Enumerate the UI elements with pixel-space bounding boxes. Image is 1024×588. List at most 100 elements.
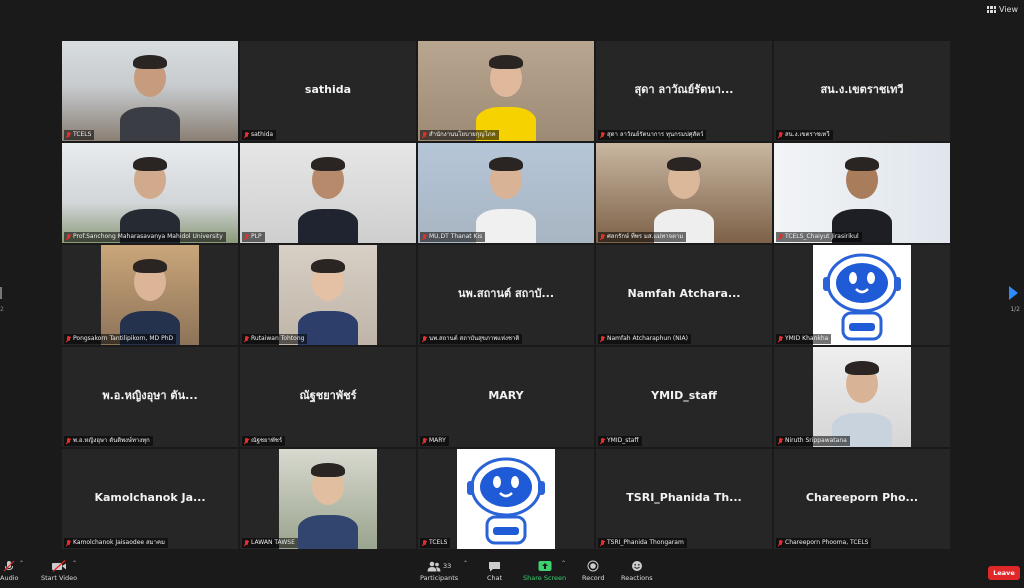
chat-label: Chat bbox=[487, 574, 503, 582]
participant-tile[interactable]: Namfah Atchara... Namfah Atcharaphun (NIA… bbox=[596, 245, 772, 345]
record-icon bbox=[587, 560, 599, 572]
participant-tile[interactable]: LAWAN TAWSE bbox=[240, 449, 416, 549]
participant-video-11 bbox=[279, 245, 377, 345]
muted-mic-icon bbox=[778, 131, 783, 139]
participants-options-chevron-icon[interactable]: ⌃ bbox=[463, 560, 468, 567]
participant-tile[interactable]: Rutaiwan Tohtong bbox=[240, 245, 416, 345]
muted-mic-icon bbox=[422, 233, 427, 241]
leave-button[interactable]: Leave bbox=[988, 566, 1020, 580]
participant-tile[interactable]: MARY MARY bbox=[418, 347, 594, 447]
participant-name: Namfah Atcharaphun (NIA) bbox=[607, 335, 688, 342]
participant-tile[interactable]: สุดา ลาวัณย์รัตนา... สุดา ลาวัณย์รัตนาการ… bbox=[596, 41, 772, 141]
chat-bubble-icon bbox=[489, 561, 501, 571]
participant-name-label: ศลกรักษ์ ที่พร มส.แม่ทาจตาม bbox=[598, 232, 687, 242]
participant-name-label: พ.อ.หญิงอุษา ตันติพงษ์ทางทุก bbox=[64, 436, 153, 446]
next-page-arrow-icon[interactable] bbox=[1009, 286, 1018, 300]
participant-name: สำนักงานนโยบายกุญโภค bbox=[429, 131, 496, 138]
participant-tile[interactable]: Kamolchanok Ja... Kamolchanok Jaisaodee ส… bbox=[62, 449, 238, 549]
participant-name: Kamolchanok Jaisaodee สมาคม bbox=[73, 539, 165, 546]
participant-tile[interactable]: สน.ง.เขตราชเทวี สน.ง.เขตราชเทวี bbox=[774, 41, 950, 141]
participant-tile[interactable]: TCELS bbox=[62, 41, 238, 141]
participant-tile[interactable]: Niruth Srippawatana bbox=[774, 347, 950, 447]
previous-page-arrow-icon[interactable] bbox=[0, 287, 2, 299]
muted-mic-icon bbox=[66, 131, 71, 139]
tcels-robot-avatar-icon bbox=[813, 245, 911, 345]
participant-video-2 bbox=[418, 41, 594, 141]
zoom-meeting-window: View 2 TCELS sathida sathida สำนักงานนโยบาย… bbox=[0, 0, 1024, 588]
participant-name-label: Chareeporn Phooma, TCELS bbox=[776, 538, 872, 548]
record-button[interactable]: Record bbox=[582, 560, 604, 582]
participant-name: สน.ง.เขตราชเทวี bbox=[785, 131, 830, 138]
participant-display-name: พ.อ.หญิงอุษา ตัน... bbox=[102, 389, 198, 403]
participant-name: sathida bbox=[251, 131, 274, 138]
share-screen-icon bbox=[538, 561, 552, 571]
participant-name-label: sathida bbox=[242, 130, 277, 140]
audio-button[interactable]: Audio bbox=[0, 560, 18, 582]
audio-label: Audio bbox=[0, 574, 19, 582]
chat-button[interactable]: Chat bbox=[487, 560, 502, 582]
participant-tile[interactable]: YMID_staff YMID_staff bbox=[596, 347, 772, 447]
participant-tile[interactable]: พ.อ.หญิงอุษา ตัน... พ.อ.หญิงอุษา ตันติพงษ… bbox=[62, 347, 238, 447]
participant-name: TCELS_Chaiyut Jirasirikul bbox=[785, 233, 859, 240]
participant-tile[interactable]: TCELS bbox=[418, 449, 594, 549]
record-label: Record bbox=[582, 574, 605, 582]
participant-avatar-22 bbox=[457, 449, 555, 549]
participant-display-name: TSRI_Phanida Th... bbox=[626, 491, 742, 505]
participant-name-label: MARY bbox=[420, 436, 449, 446]
participant-name-label: YMID_staff bbox=[598, 436, 642, 446]
reactions-button[interactable]: Reactions bbox=[621, 560, 653, 582]
participant-name-label: Kamolchanok Jaisaodee สมาคม bbox=[64, 538, 168, 548]
participant-video-7 bbox=[418, 143, 594, 243]
participant-video-19 bbox=[813, 347, 911, 447]
person-hair bbox=[489, 157, 523, 171]
muted-mic-icon bbox=[66, 437, 71, 445]
participant-tile[interactable]: Prof.Sanchong Maharasavanya Mahidol Univ… bbox=[62, 143, 238, 243]
share-options-chevron-icon[interactable]: ⌃ bbox=[561, 560, 566, 567]
participant-name: ณัฐชยาพัชร์ bbox=[251, 437, 283, 444]
participant-name: MARY bbox=[429, 437, 446, 444]
participants-label: Participants bbox=[420, 574, 459, 582]
participant-tile[interactable]: YMID Khankha bbox=[774, 245, 950, 345]
participant-name: TSRI_Phanida Thongaram bbox=[607, 539, 684, 546]
muted-mic-icon bbox=[600, 335, 605, 343]
participant-tile[interactable]: MU.DT Thanat Kis bbox=[418, 143, 594, 243]
participant-display-name: sathida bbox=[304, 83, 352, 97]
participant-tile[interactable]: นพ.สถานต์ สถาบั... นพ.สถานต์ สถาบันสุขภาพ… bbox=[418, 245, 594, 345]
person-body bbox=[120, 107, 180, 141]
participant-name: PLP bbox=[251, 233, 262, 240]
person-hair bbox=[489, 55, 523, 69]
participant-name-label: PLP bbox=[242, 232, 265, 242]
participant-tile[interactable]: Chareeporn Pho... Chareeporn Phooma, TCEL… bbox=[774, 449, 950, 549]
participants-button[interactable]: 33 Participants bbox=[420, 560, 458, 582]
participant-tile[interactable]: ณัฐชยาพัชร์ ณัฐชยาพัชร์ bbox=[240, 347, 416, 447]
participant-tile[interactable]: TSRI_Phanida Th... TSRI_Phanida Thongaram bbox=[596, 449, 772, 549]
video-options-chevron-icon[interactable]: ⌃ bbox=[72, 560, 77, 567]
muted-mic-icon bbox=[422, 131, 427, 139]
audio-options-chevron-icon[interactable]: ⌃ bbox=[19, 560, 24, 567]
participant-display-name: ณัฐชยาพัชร์ bbox=[299, 389, 357, 403]
person-hair bbox=[311, 463, 345, 477]
muted-mic-icon bbox=[600, 131, 605, 139]
share-screen-button[interactable]: Share Screen bbox=[523, 560, 566, 582]
participant-tile[interactable]: PLP bbox=[240, 143, 416, 243]
participant-name-label: ณัฐชยาพัชร์ bbox=[242, 436, 286, 446]
participant-name-label: YMID Khankha bbox=[776, 334, 832, 344]
participant-tile[interactable]: Pongsakorn Tantilipikorn, MD PhD bbox=[62, 245, 238, 345]
muted-mic-icon bbox=[244, 233, 249, 241]
participant-tile[interactable]: ศลกรักษ์ ที่พร มส.แม่ทาจตาม bbox=[596, 143, 772, 243]
participant-tile[interactable]: สำนักงานนโยบายกุญโภค bbox=[418, 41, 594, 141]
muted-mic-icon bbox=[778, 437, 783, 445]
participant-name-label: นพ.สถานต์ สถาบันสุขภาพแห่งชาติ bbox=[420, 334, 523, 344]
view-button[interactable]: View bbox=[987, 5, 1018, 14]
page-indicator-left: 2 bbox=[0, 306, 4, 313]
person-hair bbox=[845, 361, 879, 375]
participant-tile[interactable]: sathida sathida bbox=[240, 41, 416, 141]
participant-video-0 bbox=[62, 41, 238, 141]
participant-name: Chareeporn Phooma, TCELS bbox=[785, 539, 869, 546]
participant-name-label: TSRI_Phanida Thongaram bbox=[598, 538, 687, 548]
muted-mic-icon bbox=[244, 131, 249, 139]
muted-mic-icon bbox=[600, 437, 605, 445]
participant-tile[interactable]: TCELS_Chaiyut Jirasirikul bbox=[774, 143, 950, 243]
participant-name: นพ.สถานต์ สถาบันสุขภาพแห่งชาติ bbox=[429, 335, 520, 342]
participant-display-name: Kamolchanok Ja... bbox=[94, 491, 206, 505]
